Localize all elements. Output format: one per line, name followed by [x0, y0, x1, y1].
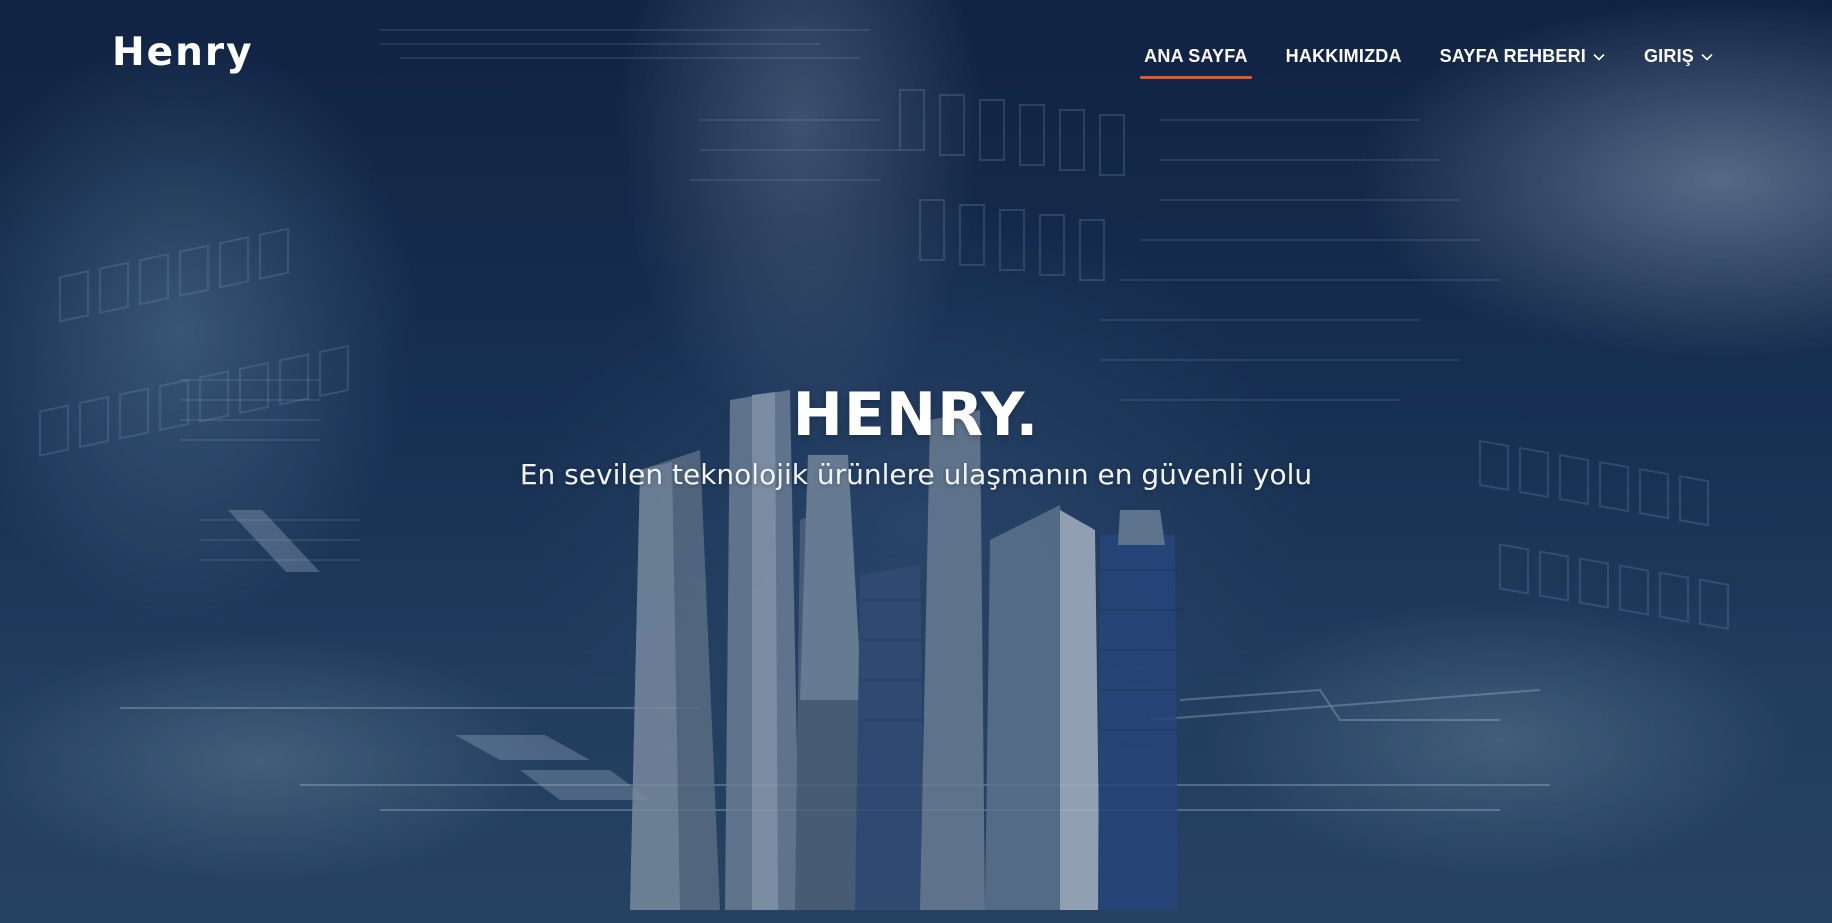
- hero-subtitle: En sevilen teknolojik ürünlere ulaşmanın…: [519, 458, 1313, 491]
- main-nav: ANA SAYFA HAKKIMIZDA SAYFA REHBERI GIRIŞ: [1140, 46, 1714, 79]
- hero-section: Henry ANA SAYFA HAKKIMIZDA SAYFA REHBERI…: [0, 0, 1832, 923]
- navbar: Henry ANA SAYFA HAKKIMIZDA SAYFA REHBERI…: [0, 0, 1832, 118]
- nav-item-ana-sayfa[interactable]: ANA SAYFA: [1140, 46, 1252, 79]
- hero-content: HENRY. En sevilen teknolojik ürünlere ul…: [0, 380, 1832, 491]
- nav-item-label: ANA SAYFA: [1144, 46, 1248, 66]
- brand-logo[interactable]: Henry: [112, 30, 254, 75]
- chevron-down-icon: [1593, 53, 1605, 61]
- nav-item-label: GIRIŞ: [1643, 46, 1694, 66]
- nav-item-hakkimizda[interactable]: HAKKIMIZDA: [1286, 46, 1402, 67]
- nav-item-giris[interactable]: GIRIŞ: [1644, 46, 1714, 67]
- nav-item-sayfa-rehberi[interactable]: SAYFA REHBERI: [1440, 46, 1606, 67]
- nav-item-label: SAYFA REHBERI: [1439, 46, 1586, 66]
- hero-title: HENRY.: [792, 380, 1040, 450]
- nav-item-label: HAKKIMIZDA: [1285, 46, 1402, 66]
- chevron-down-icon: [1701, 53, 1713, 61]
